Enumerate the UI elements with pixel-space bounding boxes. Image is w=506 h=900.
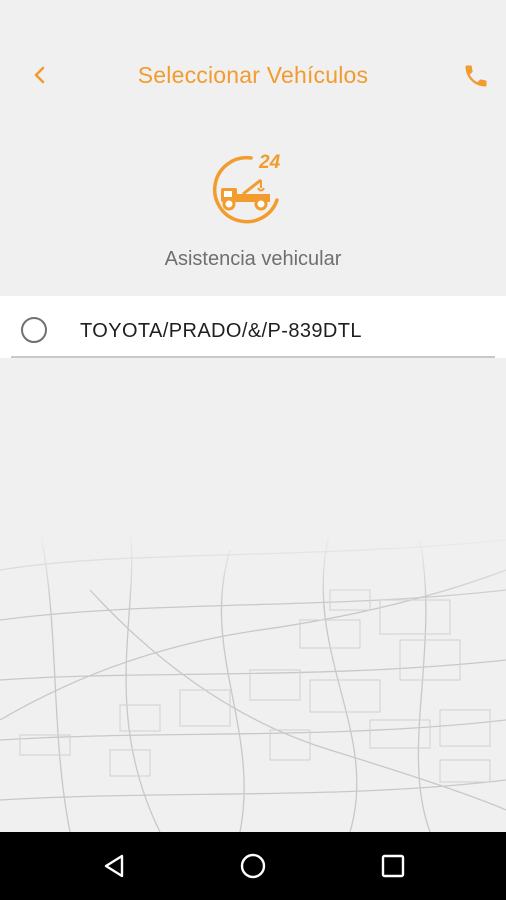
nav-recents-button[interactable]	[375, 848, 411, 884]
system-nav-bar	[0, 832, 506, 900]
badge-24: 24	[259, 152, 281, 173]
nav-home-button[interactable]	[235, 848, 271, 884]
back-triangle-icon	[104, 854, 124, 878]
page-title: Seleccionar Vehículos	[137, 62, 369, 88]
vehicle-label: TOYOTA/PRADO/&/P-839DTL	[80, 320, 362, 342]
map-background-image	[0, 530, 506, 832]
call-button[interactable]	[458, 58, 494, 94]
nav-back-button[interactable]	[96, 848, 132, 884]
service-logo: 24	[203, 150, 293, 230]
list-item[interactable]: TOYOTA/PRADO/&/P-839DTL	[0, 296, 506, 358]
row-divider	[11, 356, 495, 358]
vehicle-radio[interactable]	[21, 317, 47, 343]
app-header: Seleccionar Vehículos	[0, 40, 506, 112]
recents-square-icon	[381, 854, 405, 878]
home-circle-icon	[240, 853, 266, 879]
service-name: Asistencia vehicular	[164, 248, 342, 270]
phone-icon	[465, 65, 487, 87]
vehicle-list: TOYOTA/PRADO/&/P-839DTL	[0, 296, 506, 358]
